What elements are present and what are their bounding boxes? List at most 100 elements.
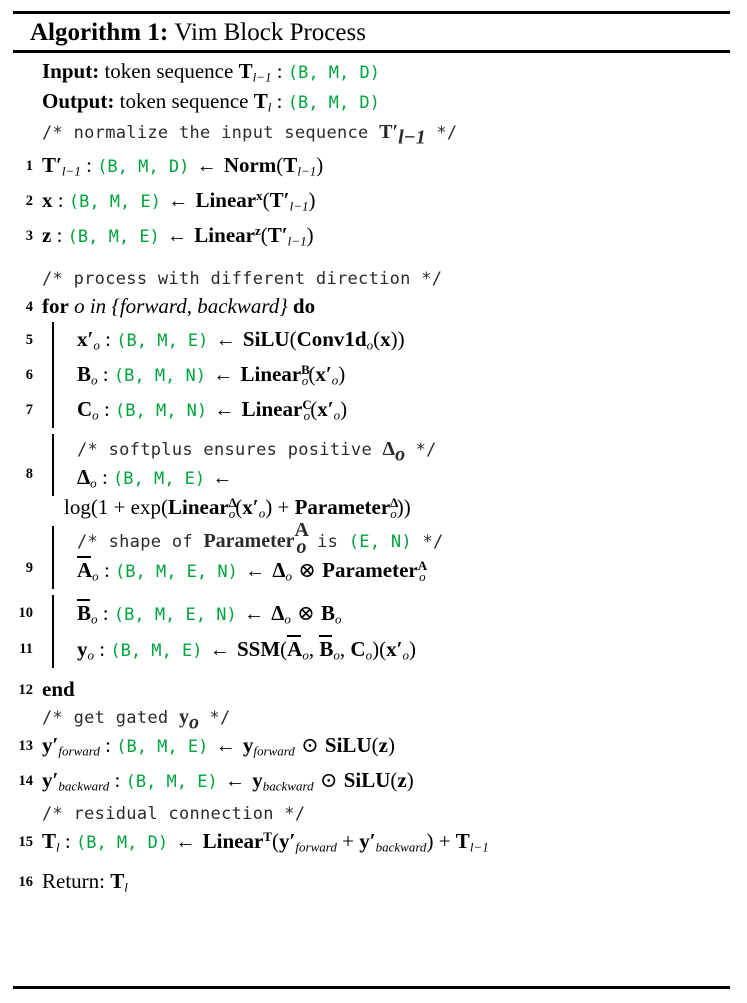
lineno-blank bbox=[0, 529, 38, 536]
lineno-14: 14 bbox=[18, 773, 34, 789]
step-row-15: 15 Tl : (B, M, D) ← LinearT(y′forward + … bbox=[0, 827, 747, 857]
colon: : bbox=[105, 733, 111, 757]
odot-icon: ⊙ bbox=[301, 733, 319, 757]
algorithm-title: Algorithm 1: Vim Block Process bbox=[30, 17, 366, 48]
step2-dim: (B, M, E) bbox=[68, 192, 161, 212]
step13-rhs-a: y bbox=[242, 733, 254, 757]
comment-end: */ bbox=[422, 532, 444, 552]
step-content-1: T′l−1 : (B, M, D) ← Norm(Tl−1) bbox=[38, 151, 747, 181]
step1-op: Norm bbox=[223, 153, 277, 177]
step7-arg: x′ bbox=[317, 397, 334, 421]
step-row-16: 16 Return: Tl bbox=[0, 867, 747, 895]
step3-arg: T′ bbox=[267, 223, 288, 247]
lineno-15: 15 bbox=[18, 834, 34, 850]
lineno-6: 6 bbox=[25, 367, 33, 383]
step8-cont-op1: Linear bbox=[168, 495, 229, 519]
step11-lhs-sub: o bbox=[87, 647, 95, 663]
step9-rhs-b: Parameter bbox=[322, 558, 418, 582]
comment-direction: /* process with different direction */ bbox=[42, 269, 443, 289]
step9-rhs-b-sub: o bbox=[419, 568, 426, 584]
lineno-blank bbox=[0, 493, 38, 500]
step15-op-sup: T bbox=[263, 828, 272, 844]
step-row-1: 1 T′l−1 : (B, M, D) ← Norm(Tl−1) bbox=[0, 151, 747, 181]
step2-arg-sub: l−1 bbox=[289, 198, 309, 214]
assign-arrow-icon: ← bbox=[168, 190, 189, 212]
step-content-5: x′o : (B, M, E) ← SiLU(Conv1do(x)) bbox=[38, 322, 747, 358]
step-content-8-cont: log(1 + exp(LinearΔo(x′o) + ParameterΔo)… bbox=[38, 493, 747, 521]
lineno-16: 16 bbox=[18, 874, 34, 890]
algorithm-label: Algorithm 1: bbox=[30, 19, 169, 46]
io-output-content: Output: token sequence Tl : (B, M, D) bbox=[38, 87, 747, 117]
step-content-9: Ao : (B, M, E, N) ← Δo ⊗ ParameterAo bbox=[38, 552, 747, 589]
step-row-5: 5 x′o : (B, M, E) ← SiLU(Conv1do(x)) bbox=[0, 322, 747, 358]
step9-rhs-a: Δ bbox=[272, 558, 286, 582]
colon: : bbox=[103, 397, 110, 421]
step15-arg1: y′ bbox=[278, 829, 296, 853]
step-content-15: Tl : (B, M, D) ← LinearT(y′forward + y′b… bbox=[38, 827, 747, 857]
comment-gated: /* get gated yo */ bbox=[38, 705, 747, 733]
step5-dim: (B, M, E) bbox=[116, 331, 209, 351]
for-keyword: for bbox=[42, 294, 69, 318]
step15-lhs: T bbox=[42, 829, 57, 853]
comment-dim: (E, N) bbox=[348, 532, 412, 552]
step6-lhs: B bbox=[77, 362, 92, 386]
step-row-4: 4 for o in {forward, backward} do bbox=[0, 292, 747, 320]
comment-end: */ bbox=[436, 123, 458, 143]
return-var-sub: l bbox=[124, 879, 128, 895]
lineno-blank bbox=[0, 120, 38, 127]
lineno-blank bbox=[0, 57, 38, 64]
colon: : bbox=[103, 558, 110, 582]
step-content-10: Bo : (B, M, E, N) ← Δo ⊗ Bo bbox=[38, 595, 747, 632]
input-label: Input: bbox=[42, 59, 100, 83]
step9-lhs-sub: o bbox=[92, 568, 99, 584]
comment-math: y bbox=[178, 706, 189, 728]
step13-lhs: y′ bbox=[42, 733, 59, 757]
step-row-8: 8 Δo : (B, M, E) ← bbox=[0, 460, 747, 496]
input-dim: (B, M, D) bbox=[287, 63, 380, 83]
step-content-7: Co : (B, M, N) ← LinearCo(x′o) bbox=[38, 392, 747, 428]
step13-lhs-sub: forward bbox=[58, 743, 100, 759]
step6-dim: (B, M, N) bbox=[113, 366, 206, 386]
step10-rhs-b-sub: o bbox=[335, 611, 342, 627]
rule-title bbox=[13, 50, 730, 53]
step-row-6: 6 Bo : (B, M, N) ← LinearBo(x′o) bbox=[0, 357, 747, 393]
colon: : bbox=[105, 327, 112, 351]
lineno-2: 2 bbox=[25, 193, 33, 209]
in-keyword: in bbox=[89, 294, 107, 318]
io-input-row: Input: token sequence Tl−1 : (B, M, D) bbox=[0, 57, 747, 87]
assign-arrow-icon: ← bbox=[243, 603, 264, 625]
step15-arg2: y′ bbox=[359, 829, 376, 853]
comment-math-sub: l−1 bbox=[398, 126, 426, 149]
colon: : bbox=[102, 362, 109, 386]
step14-op: SiLU bbox=[343, 768, 391, 792]
step5-op: SiLU bbox=[242, 327, 290, 351]
step8-lhs: Δ bbox=[77, 465, 91, 489]
paren-close: )) bbox=[390, 327, 405, 351]
step1-dim: (B, M, D) bbox=[97, 157, 190, 177]
step-row-9: 9 Ao : (B, M, E, N) ← Δo ⊗ ParameterAo bbox=[0, 552, 747, 589]
step-content-6: Bo : (B, M, N) ← LinearBo(x′o) bbox=[38, 357, 747, 393]
input-text: token sequence bbox=[104, 59, 234, 83]
step15-tail: T bbox=[455, 829, 470, 853]
step6-op: Linear bbox=[240, 362, 302, 386]
comment-math: Parameter bbox=[203, 530, 295, 552]
step2-arg: T′ bbox=[269, 188, 290, 212]
step6-lhs-sub: o bbox=[91, 372, 98, 388]
lineno-5: 5 bbox=[25, 332, 33, 348]
paren-open: ( bbox=[262, 188, 270, 212]
otimes-icon: ⊗ bbox=[298, 558, 316, 582]
step7-op: Linear bbox=[241, 397, 303, 421]
step15-tail-plus: + bbox=[438, 829, 451, 853]
comment-residual: /* residual connection */ bbox=[42, 804, 306, 824]
step1-lhs-sub: l−1 bbox=[61, 163, 81, 179]
step10-dim: (B, M, E, N) bbox=[113, 605, 237, 625]
paren-close: ) bbox=[387, 733, 395, 757]
step3-lhs: z bbox=[42, 223, 52, 247]
paren-open: ( bbox=[371, 733, 379, 757]
comment-shape: /* shape of ParameterAo is (E, N) */ bbox=[38, 520, 747, 558]
step-content-4: for o in {forward, backward} do bbox=[38, 292, 747, 320]
step14-arg: z bbox=[397, 768, 407, 792]
comment-softplus: /* softplus ensures positive Δo */ bbox=[38, 434, 747, 466]
colon: : bbox=[101, 465, 108, 489]
comment-row-direction: /* process with different direction */ bbox=[0, 267, 747, 292]
